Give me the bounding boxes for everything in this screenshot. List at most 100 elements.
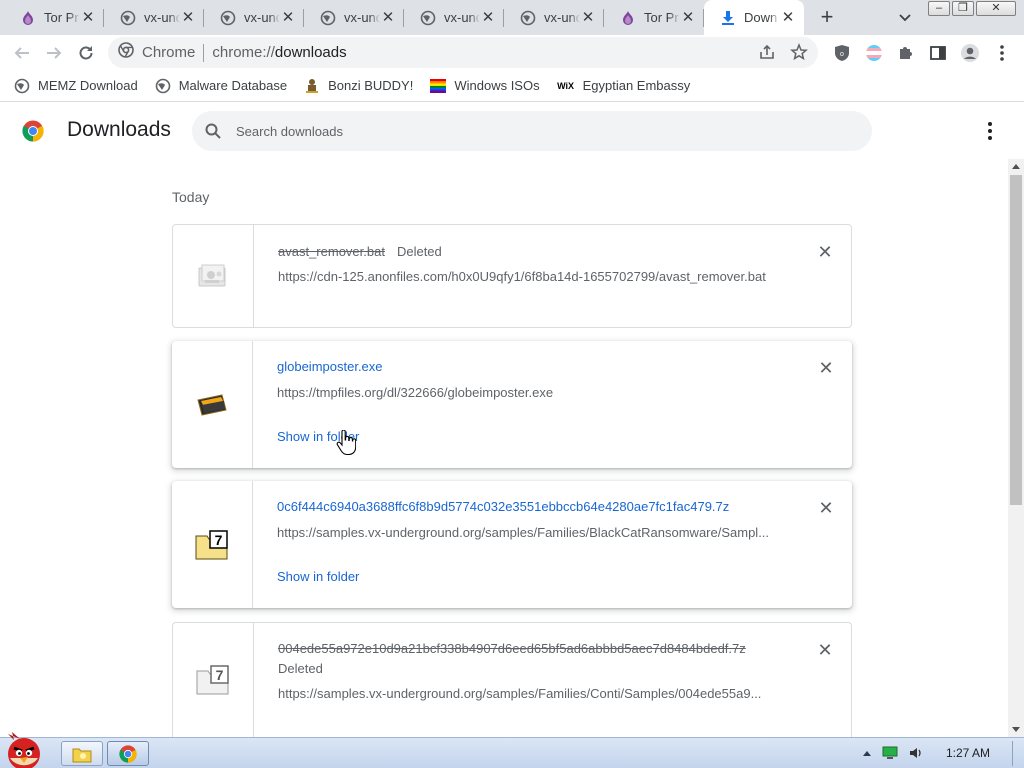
url-text: chrome://downloads <box>212 44 346 61</box>
side-panel-icon[interactable] <box>928 43 948 63</box>
url-scheme: chrome:// <box>212 44 275 61</box>
title-row: 004ede55a972e10d9a21bcf338b4907d6eed65bf… <box>278 641 791 657</box>
close-tab-icon[interactable]: ✕ <box>580 9 596 26</box>
close-tab-icon[interactable]: ✕ <box>180 9 196 26</box>
tab-search-chevron-icon[interactable] <box>896 8 914 26</box>
scrollbar-thumb[interactable] <box>1010 175 1022 505</box>
trans-flag-extension-icon[interactable] <box>864 43 884 63</box>
close-tab-icon[interactable]: ✕ <box>280 9 296 26</box>
file-name-link[interactable]: globeimposter.exe <box>277 359 383 374</box>
bookmark-label: Malware Database <box>178 78 288 93</box>
extensions-puzzle-icon[interactable] <box>896 43 916 63</box>
tab-title: vx-und <box>144 10 180 25</box>
bookmark-windows-isos[interactable]: Windows ISOs <box>430 78 540 94</box>
bookmark-label: Bonzi BUDDY! <box>328 78 414 93</box>
bookmark-egyptian-embassy[interactable]: WiX Egyptian Embassy <box>557 78 690 94</box>
download-url[interactable]: https://cdn-125.anonfiles.com/h0x0U9qfy1… <box>278 269 778 284</box>
address-bar[interactable]: Chrome chrome://downloads <box>108 37 818 68</box>
tab-strip: Tor Pr ✕ vx-und ✕ vx-und ✕ vx-und ✕ vx-u… <box>0 0 1024 35</box>
download-item: 7 004ede55a972e10d9a21bcf338b4907d6eed65… <box>172 622 852 737</box>
downloads-menu-button[interactable] <box>980 121 1000 141</box>
browser-toolbar: Chrome chrome://downloads o <box>0 35 1024 70</box>
file-name-link[interactable]: 0c6f444c6940a3688ffc6f8b9d5774c032e3551e… <box>277 499 729 514</box>
remove-from-list-button[interactable]: ✕ <box>817 359 835 377</box>
taskbar-clock[interactable]: 1:27 AM <box>946 746 990 760</box>
download-url[interactable]: https://tmpfiles.org/dl/322666/globeimpo… <box>277 385 777 400</box>
system-tray <box>862 746 924 760</box>
page-scrollbar[interactable] <box>1008 159 1024 737</box>
tab-vx-underground-1[interactable]: vx-und ✕ <box>104 0 204 35</box>
tray-expand-chevron-icon[interactable] <box>862 749 872 757</box>
globe-icon <box>320 10 336 26</box>
taskbar-explorer-button[interactable] <box>61 741 103 766</box>
close-tab-icon[interactable]: ✕ <box>780 9 796 26</box>
tab-vx-underground-5[interactable]: vx-und ✕ <box>504 0 604 35</box>
ublock-shield-icon[interactable]: o <box>832 43 852 63</box>
close-window-button[interactable]: ✕ <box>976 1 1016 16</box>
svg-text:7: 7 <box>216 667 224 683</box>
scroll-up-arrow-icon[interactable] <box>1012 164 1020 169</box>
remove-from-list-button[interactable]: ✕ <box>816 243 834 261</box>
bookmark-star-icon[interactable] <box>790 42 808 66</box>
restore-button[interactable]: ❐ <box>952 1 974 16</box>
wix-icon: WiX <box>557 80 575 91</box>
back-button[interactable] <box>10 41 34 65</box>
globe-icon <box>220 10 236 26</box>
taskbar-chrome-button[interactable] <box>107 741 149 766</box>
search-bar <box>192 111 872 151</box>
tab-vx-underground-3[interactable]: vx-und ✕ <box>304 0 404 35</box>
profile-avatar-icon[interactable] <box>960 43 980 63</box>
tab-title: vx-und <box>444 10 480 25</box>
close-tab-icon[interactable]: ✕ <box>80 9 96 26</box>
show-in-folder-button[interactable]: Show in folder <box>277 569 359 584</box>
remove-from-list-button[interactable]: ✕ <box>816 641 834 659</box>
hand-cursor-icon <box>336 430 356 456</box>
forward-button[interactable] <box>42 41 66 65</box>
scroll-down-arrow-icon[interactable] <box>1012 727 1020 732</box>
download-status: Deleted <box>396 243 442 259</box>
7z-archive-icon: 7 <box>195 529 228 559</box>
search-downloads-input[interactable] <box>236 123 796 139</box>
svg-text:7: 7 <box>215 532 223 548</box>
tab-title: vx-und <box>544 10 580 25</box>
title-row: avast_remover.bat Deleted <box>278 243 791 259</box>
share-icon[interactable] <box>758 43 776 66</box>
show-desktop-button[interactable] <box>1012 741 1022 766</box>
tab-tor-project-1[interactable]: Tor Pr ✕ <box>4 0 104 35</box>
site-chip: Chrome <box>142 44 196 61</box>
omnibox-actions <box>758 42 808 66</box>
file-name: 004ede55a972e10d9a21bcf338b4907d6eed65bf… <box>278 641 746 656</box>
close-tab-icon[interactable]: ✕ <box>380 9 396 26</box>
start-button-angry-bird-icon[interactable] <box>0 730 52 768</box>
bookmark-memz-download[interactable]: MEMZ Download <box>14 78 138 94</box>
tab-tor-project-2[interactable]: Tor Pr ✕ <box>604 0 704 35</box>
tab-vx-underground-2[interactable]: vx-und ✕ <box>204 0 304 35</box>
browser-menu-icon[interactable] <box>992 43 1012 63</box>
rainbow-flag-icon <box>430 78 447 94</box>
page-title: Downloads <box>67 118 171 141</box>
minimize-button[interactable]: – <box>928 1 950 16</box>
download-item: 7 0c6f444c6940a3688ffc6f8b9d5774c032e355… <box>172 481 852 608</box>
close-tab-icon[interactable]: ✕ <box>480 9 496 26</box>
dot <box>988 122 992 126</box>
download-url[interactable]: https://samples.vx-underground.org/sampl… <box>278 686 778 701</box>
bookmark-bonzi-buddy[interactable]: Bonzi BUDDY! <box>304 78 413 94</box>
tab-downloads[interactable]: Down ✕ <box>704 0 804 35</box>
chrome-site-icon <box>118 42 134 63</box>
tab-title: Tor Pr <box>644 10 679 25</box>
tab-vx-underground-4[interactable]: vx-und ✕ <box>404 0 504 35</box>
download-details: 0c6f444c6940a3688ffc6f8b9d5774c032e3551e… <box>277 499 792 586</box>
remove-from-list-button[interactable]: ✕ <box>817 499 835 517</box>
folder-icon <box>72 748 92 762</box>
download-url[interactable]: https://samples.vx-underground.org/sampl… <box>277 525 777 540</box>
reload-icon <box>79 46 93 60</box>
volume-speaker-icon[interactable] <box>908 746 924 760</box>
file-name: avast_remover.bat <box>278 243 385 259</box>
network-icon[interactable] <box>882 746 898 760</box>
search-icon[interactable] <box>204 122 222 140</box>
bookmark-malware-database[interactable]: Malware Database <box>155 78 287 94</box>
tor-onion-icon <box>20 10 36 26</box>
reload-button[interactable] <box>74 41 98 65</box>
new-tab-button[interactable]: + <box>815 6 839 30</box>
close-tab-icon[interactable]: ✕ <box>680 9 696 26</box>
